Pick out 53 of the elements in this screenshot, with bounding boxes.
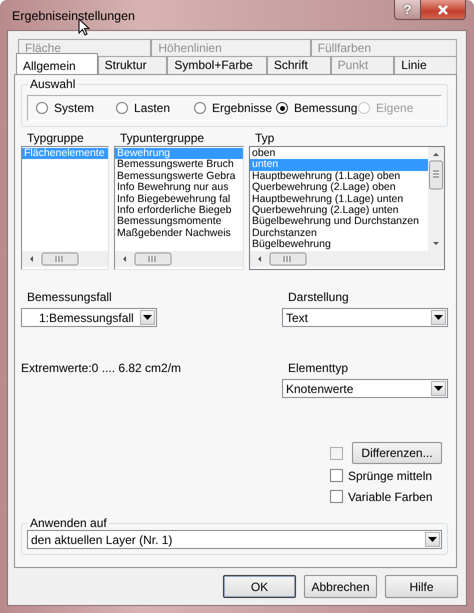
case-dropdown[interactable]: 1:Bemessungsfall [21,308,157,327]
dialog-button[interactable]: Hilfe [385,575,458,598]
list-item[interactable]: Bemessungsmomente [115,216,243,228]
list-header: Typ [254,131,276,146]
radio-button[interactable]: System [36,101,116,115]
caret-icon [434,315,443,320]
apply-to-dropdown[interactable]: den aktuellen Layer (Nr. 1) [27,530,442,549]
list-item[interactable]: Durchstanzen [250,228,428,240]
field-label: Elementtyp [287,361,350,375]
tab[interactable]: Schrift [266,56,331,74]
list-item[interactable]: Querbewehrung (2.Lage) oben [250,182,428,194]
element-type-dropdown[interactable]: Knotenwerte [282,379,448,398]
caret-icon [428,537,437,542]
list-item[interactable]: Info erforderliche Biegeb [115,204,243,216]
list-item[interactable]: Maßgebender Nachweis [115,228,243,240]
radio-button[interactable]: Ergebnisse [194,101,276,115]
checkbox[interactable]: Sprünge mitteln [330,466,432,485]
list-header: Typuntergruppe [119,131,206,146]
display-dropdown[interactable]: Text [282,308,448,327]
vertical-scrollbar[interactable] [428,147,444,251]
radio-button[interactable]: Lasten [116,101,194,115]
list-item[interactable]: Bemessungswerte Gebra [115,170,243,182]
field-label: Bemessungsfall [26,290,113,304]
list-header: Typgruppe [26,131,85,146]
tab[interactable]: Allgemein [16,53,98,74]
dialog-button[interactable]: Abbrechen [304,575,377,598]
tab[interactable]: Symbol+Farbe [167,56,267,74]
dialog-button[interactable]: OK [223,575,296,598]
window-title: Ergebniseinstellungen [11,9,136,23]
caret-icon [143,315,152,320]
horizontal-scrollbar[interactable] [250,251,444,267]
list-item[interactable]: Bügelbewehrung [250,239,428,251]
list-item[interactable]: Bemessungswerte Bruch [115,159,243,171]
field-label: Darstellung [287,290,350,304]
close-button[interactable] [421,0,466,20]
tab[interactable]: Linie [394,56,457,74]
list-item[interactable]: Hauptbewehrung (1.Lage) unten [250,194,428,205]
group-label: Anwenden auf [29,516,108,530]
close-icon [437,4,449,14]
list-item[interactable]: Hauptbewehrung (1.Lage) oben [250,170,428,182]
group-label: Auswahl [29,77,76,91]
list-item[interactable]: Bügelbewehrung und Durchstanzen [250,216,428,228]
extreme-values-text: Extremwerte:0 .... 6.82 cm2/m [21,361,182,375]
checkbox[interactable]: Variable Farben [330,487,432,506]
horizontal-scrollbar[interactable] [22,251,108,267]
radio-button[interactable]: Bemessung [276,101,358,115]
list-item[interactable]: Info Biegebewehrung fal [115,194,243,205]
tab[interactable]: Struktur [98,56,168,74]
list-item[interactable]: Querbewehrung (2.Lage) unten [250,204,428,216]
list-item[interactable]: Info Bewehrung nur aus [115,182,243,194]
caret-icon [434,386,443,391]
horizontal-scrollbar[interactable] [115,251,243,267]
list-item[interactable]: oben [250,148,428,160]
